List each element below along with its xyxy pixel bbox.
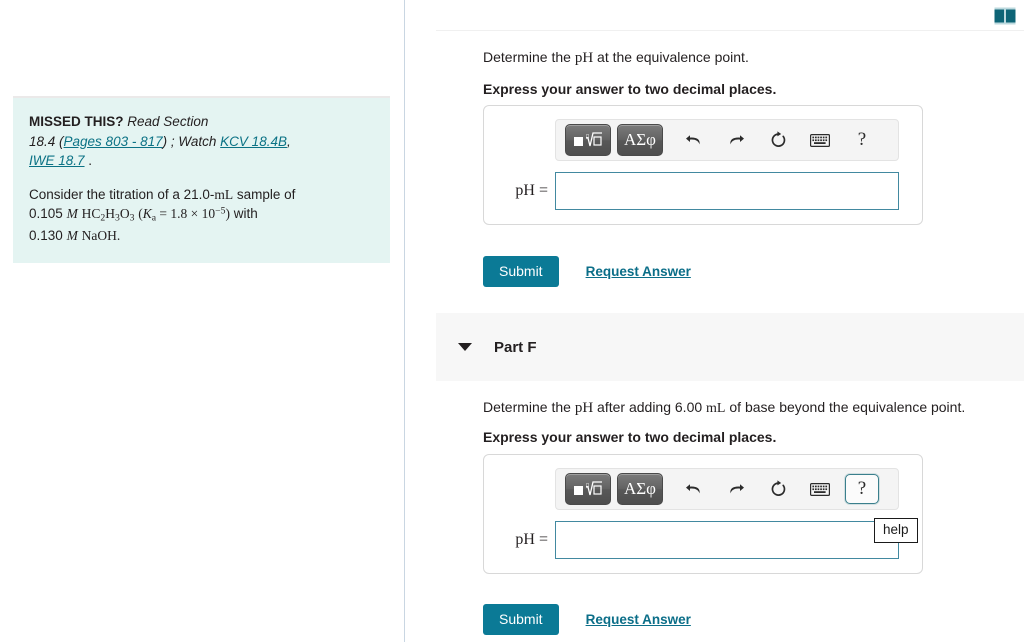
part-e-question: Determine the pH at the equivalence poin… bbox=[483, 49, 749, 66]
greek-symbols-button[interactable]: ΑΣφ bbox=[617, 124, 663, 156]
greek-symbols-button[interactable]: ΑΣφ bbox=[617, 473, 663, 505]
concentration-acid: 0.105 bbox=[29, 206, 63, 222]
part-f-answer-label: pH = bbox=[515, 531, 548, 548]
redo-icon[interactable] bbox=[719, 125, 753, 155]
missed-this-label: MISSED THIS? bbox=[29, 114, 124, 129]
part-e-request-answer-link[interactable]: Request Answer bbox=[586, 264, 691, 279]
help-button[interactable]: ? bbox=[845, 125, 879, 155]
part-e-answer-card: ▫ ΑΣφ ? pH = bbox=[483, 105, 923, 225]
math-template-button[interactable]: ▫ bbox=[565, 124, 611, 156]
part-f-submit-row: Submit Request Answer bbox=[483, 604, 691, 635]
trailing-period: . bbox=[88, 153, 93, 169]
problem-line1-b: sample of bbox=[233, 186, 296, 202]
ph-symbol: pH bbox=[574, 50, 594, 66]
part-e-submit-button[interactable]: Submit bbox=[483, 256, 559, 287]
part-f-title: Part F bbox=[494, 338, 537, 356]
acid-formula: HC2H3O3 bbox=[81, 206, 135, 224]
kcv-link[interactable]: KCV 18.4B bbox=[220, 134, 287, 149]
part-f-request-answer-link[interactable]: Request Answer bbox=[586, 612, 691, 627]
molarity-symbol-1: M bbox=[66, 206, 78, 222]
part-f-math-toolbar: ▫ ΑΣφ ? bbox=[555, 468, 899, 510]
part-f-answer-input[interactable] bbox=[555, 521, 899, 559]
part-e-answer-input[interactable] bbox=[555, 172, 899, 210]
part-f-submit-button[interactable]: Submit bbox=[483, 604, 559, 635]
part-e-answer-label: pH = bbox=[515, 182, 548, 199]
page-root: MISSED THIS? Read Section 18.4 (Pages 80… bbox=[0, 0, 1024, 642]
missed-this-callout: MISSED THIS? Read Section 18.4 (Pages 80… bbox=[13, 96, 390, 264]
part-e-math-toolbar: ▫ ΑΣφ ? bbox=[555, 119, 899, 161]
watch-label: ; Watch bbox=[170, 133, 217, 149]
problem-statement: Consider the titration of a 21.0-mL samp… bbox=[29, 185, 374, 246]
part-f-header[interactable]: Part F bbox=[436, 313, 1024, 381]
help-tooltip: help bbox=[874, 518, 918, 544]
iwe-link[interactable]: IWE 18.7 bbox=[29, 153, 85, 168]
reset-icon[interactable] bbox=[761, 125, 795, 155]
unit-ml: mL bbox=[706, 401, 726, 416]
unit-ml: mL bbox=[214, 186, 234, 202]
chevron-down-icon[interactable] bbox=[458, 343, 472, 351]
part-e-instruction: Express your answer to two decimal place… bbox=[483, 81, 777, 97]
part-f-question: Determine the pH after adding 6.00 mL of… bbox=[483, 399, 966, 416]
read-section-label: Read Section bbox=[127, 114, 209, 129]
help-button[interactable]: ? bbox=[845, 474, 879, 504]
right-panel: Determine the pH at the equivalence poin… bbox=[406, 0, 1024, 642]
part-e-submit-row: Submit Request Answer bbox=[483, 256, 691, 287]
section-number: 18.4 bbox=[29, 133, 56, 149]
part-e-input-row: pH = bbox=[498, 172, 908, 210]
base-formula: NaOH. bbox=[81, 227, 121, 243]
reset-icon[interactable] bbox=[761, 474, 795, 504]
undo-icon[interactable] bbox=[677, 474, 711, 504]
callout-reference-text: MISSED THIS? Read Section 18.4 (Pages 80… bbox=[29, 114, 291, 169]
part-f-answer-card: ▫ ΑΣφ ? pH = bbox=[483, 454, 923, 574]
left-panel: MISSED THIS? Read Section 18.4 (Pages 80… bbox=[0, 0, 405, 642]
redo-icon[interactable] bbox=[719, 474, 753, 504]
undo-icon[interactable] bbox=[677, 125, 711, 155]
ka-expression: (Ka = 1.8 × 10−5) bbox=[138, 205, 230, 224]
part-f-instruction: Express your answer to two decimal place… bbox=[483, 429, 777, 445]
book-icon[interactable] bbox=[994, 7, 1016, 25]
molarity-symbol-2: M bbox=[66, 227, 78, 243]
keyboard-icon[interactable] bbox=[803, 474, 837, 504]
ph-symbol: pH bbox=[574, 400, 594, 416]
with-label: with bbox=[233, 206, 258, 222]
part-f-input-row: pH = bbox=[498, 521, 908, 559]
pages-link[interactable]: Pages 803 - 817 bbox=[64, 134, 163, 149]
concentration-base: 0.130 bbox=[29, 227, 63, 243]
problem-line1-a: Consider the titration of a 21.0- bbox=[29, 186, 215, 202]
math-template-button[interactable]: ▫ bbox=[565, 473, 611, 505]
keyboard-icon[interactable] bbox=[803, 125, 837, 155]
top-divider bbox=[436, 30, 1024, 31]
